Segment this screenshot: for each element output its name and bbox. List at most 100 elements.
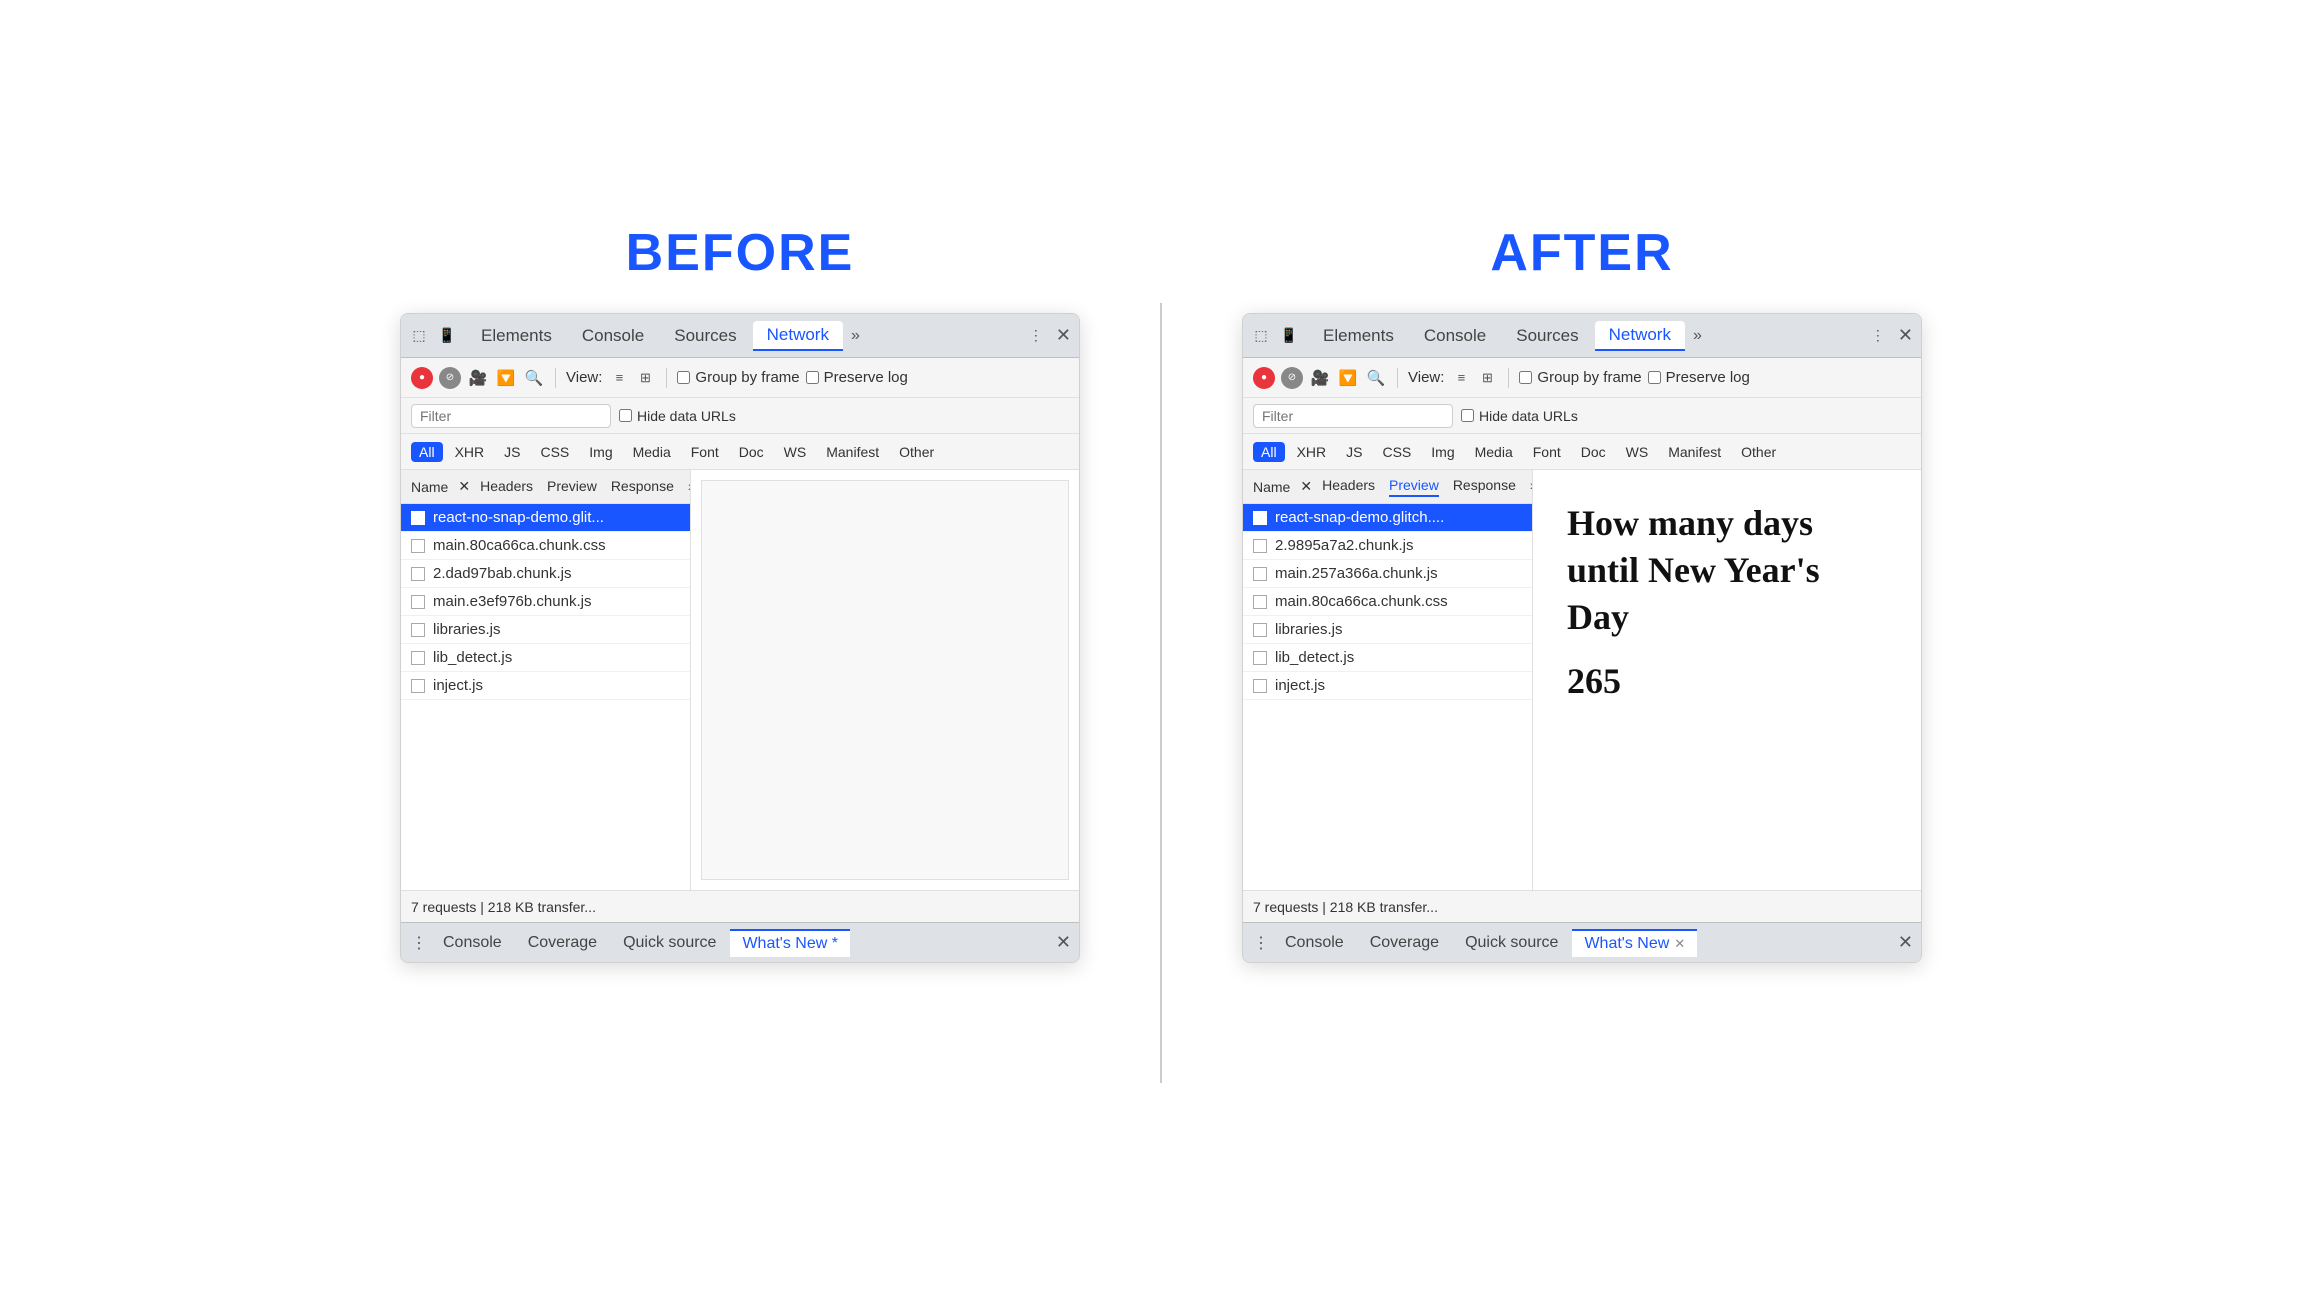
type-img-before[interactable]: Img — [581, 442, 620, 462]
bottom-tab-whats-new-after[interactable]: What's New ✕ — [1572, 929, 1697, 957]
bottom-tab-quick-source-after[interactable]: Quick source — [1453, 930, 1570, 956]
tab-close-before[interactable]: ✕ — [1056, 325, 1071, 346]
grid-view-icon-before[interactable]: ⊞ — [634, 367, 656, 389]
type-font-after[interactable]: Font — [1525, 442, 1569, 462]
settings-icon-after[interactable]: ⋮ — [1868, 326, 1888, 346]
type-manifest-after[interactable]: Manifest — [1660, 442, 1729, 462]
filter-input-after[interactable] — [1253, 404, 1453, 428]
bottom-tab-coverage-after[interactable]: Coverage — [1358, 930, 1451, 956]
preview-tab-before[interactable]: Preview — [547, 478, 597, 496]
file-item-before-5[interactable]: lib_detect.js — [401, 644, 690, 672]
type-doc-before[interactable]: Doc — [731, 442, 772, 462]
tab-elements-after[interactable]: Elements — [1309, 322, 1408, 350]
preserve-log-checkbox-after[interactable] — [1648, 371, 1661, 384]
settings-icon-before[interactable]: ⋮ — [1026, 326, 1046, 346]
bottom-close-after[interactable]: ✕ — [1898, 932, 1913, 953]
grid-view-icon-after[interactable]: ⊞ — [1476, 367, 1498, 389]
clear-btn-before[interactable]: ⊘ — [439, 367, 461, 389]
record-btn-before[interactable]: ● — [411, 367, 433, 389]
file-item-after-0[interactable]: react-snap-demo.glitch.... — [1243, 504, 1532, 532]
hide-urls-checkbox-after[interactable] — [1461, 409, 1474, 422]
type-css-after[interactable]: CSS — [1374, 442, 1419, 462]
file-item-after-6[interactable]: inject.js — [1243, 672, 1532, 700]
headers-tab-before[interactable]: Headers — [480, 478, 533, 496]
type-js-before[interactable]: JS — [496, 442, 528, 462]
tab-console-before[interactable]: Console — [568, 322, 658, 350]
bottom-tab-console-before[interactable]: Console — [431, 930, 514, 956]
file-item-after-1[interactable]: 2.9895a7a2.chunk.js — [1243, 532, 1532, 560]
type-manifest-before[interactable]: Manifest — [818, 442, 887, 462]
filter-icon-before[interactable]: 🔽 — [495, 367, 517, 389]
type-ws-before[interactable]: WS — [776, 442, 815, 462]
device-icon-after[interactable]: 📱 — [1279, 326, 1299, 346]
file-item-before-3[interactable]: main.e3ef976b.chunk.js — [401, 588, 690, 616]
file-item-after-3[interactable]: main.80ca66ca.chunk.css — [1243, 588, 1532, 616]
file-item-before-2[interactable]: 2.dad97bab.chunk.js — [401, 560, 690, 588]
preview-tab-after[interactable]: Preview — [1389, 477, 1439, 497]
tab-elements-before[interactable]: Elements — [467, 322, 566, 350]
tab-console-after[interactable]: Console — [1410, 322, 1500, 350]
hide-urls-after[interactable]: Hide data URLs — [1461, 408, 1578, 424]
bottom-menu-icon-after[interactable]: ⋮ — [1251, 933, 1271, 953]
type-js-after[interactable]: JS — [1338, 442, 1370, 462]
search-icon-after[interactable]: 🔍 — [1365, 367, 1387, 389]
tab-more-before[interactable]: » — [845, 323, 866, 349]
file-item-before-6[interactable]: inject.js — [401, 672, 690, 700]
device-icon[interactable]: 📱 — [437, 326, 457, 346]
preserve-log-before[interactable]: Preserve log — [806, 369, 908, 386]
tab-network-before[interactable]: Network — [753, 321, 843, 351]
response-tab-before[interactable]: Response — [611, 478, 674, 496]
preserve-log-after[interactable]: Preserve log — [1648, 369, 1750, 386]
bottom-tab-coverage-before[interactable]: Coverage — [516, 930, 609, 956]
tab-sources-after[interactable]: Sources — [1502, 322, 1592, 350]
group-by-frame-checkbox-after[interactable] — [1519, 371, 1532, 384]
col-header-close-before[interactable]: ✕ — [458, 478, 470, 495]
file-item-before-4[interactable]: libraries.js — [401, 616, 690, 644]
inspect-icon[interactable]: ⬚ — [409, 326, 429, 346]
inspect-icon-after[interactable]: ⬚ — [1251, 326, 1271, 346]
clear-btn-after[interactable]: ⊘ — [1281, 367, 1303, 389]
record-btn-after[interactable]: ● — [1253, 367, 1275, 389]
col-header-close-after[interactable]: ✕ — [1300, 478, 1312, 495]
camera-icon-before[interactable]: 🎥 — [467, 367, 489, 389]
type-other-before[interactable]: Other — [891, 442, 942, 462]
type-img-after[interactable]: Img — [1423, 442, 1462, 462]
file-item-before-1[interactable]: main.80ca66ca.chunk.css — [401, 532, 690, 560]
bottom-close-before[interactable]: ✕ — [1056, 932, 1071, 953]
list-view-icon-before[interactable]: ≡ — [608, 367, 630, 389]
type-xhr-after[interactable]: XHR — [1289, 442, 1335, 462]
type-css-before[interactable]: CSS — [532, 442, 577, 462]
type-media-before[interactable]: Media — [625, 442, 679, 462]
preserve-log-checkbox-before[interactable] — [806, 371, 819, 384]
type-xhr-before[interactable]: XHR — [447, 442, 493, 462]
filter-input-before[interactable] — [411, 404, 611, 428]
response-tab-after[interactable]: Response — [1453, 477, 1516, 497]
file-item-after-5[interactable]: lib_detect.js — [1243, 644, 1532, 672]
bottom-tab-whats-new-before[interactable]: What's New * — [730, 929, 850, 957]
bottom-menu-icon-before[interactable]: ⋮ — [409, 933, 429, 953]
hide-urls-checkbox-before[interactable] — [619, 409, 632, 422]
tab-close-after[interactable]: ✕ — [1898, 325, 1913, 346]
file-item-before-0[interactable]: react-no-snap-demo.glit... — [401, 504, 690, 532]
tab-sources-before[interactable]: Sources — [660, 322, 750, 350]
file-item-after-4[interactable]: libraries.js — [1243, 616, 1532, 644]
type-media-after[interactable]: Media — [1467, 442, 1521, 462]
filter-icon-after[interactable]: 🔽 — [1337, 367, 1359, 389]
group-by-frame-checkbox-before[interactable] — [677, 371, 690, 384]
file-item-after-2[interactable]: main.257a366a.chunk.js — [1243, 560, 1532, 588]
headers-tab-after[interactable]: Headers — [1322, 477, 1375, 497]
group-by-frame-before[interactable]: Group by frame — [677, 369, 799, 386]
list-view-icon-after[interactable]: ≡ — [1450, 367, 1472, 389]
camera-icon-after[interactable]: 🎥 — [1309, 367, 1331, 389]
tab-network-after[interactable]: Network — [1595, 321, 1685, 351]
search-icon-before[interactable]: 🔍 — [523, 367, 545, 389]
type-ws-after[interactable]: WS — [1618, 442, 1657, 462]
type-other-after[interactable]: Other — [1733, 442, 1784, 462]
type-all-before[interactable]: All — [411, 442, 443, 462]
group-by-frame-after[interactable]: Group by frame — [1519, 369, 1641, 386]
hide-urls-before[interactable]: Hide data URLs — [619, 408, 736, 424]
whats-new-close-after[interactable]: ✕ — [1674, 936, 1685, 952]
bottom-tab-console-after[interactable]: Console — [1273, 930, 1356, 956]
tab-more-after[interactable]: » — [1687, 323, 1708, 349]
type-all-after[interactable]: All — [1253, 442, 1285, 462]
